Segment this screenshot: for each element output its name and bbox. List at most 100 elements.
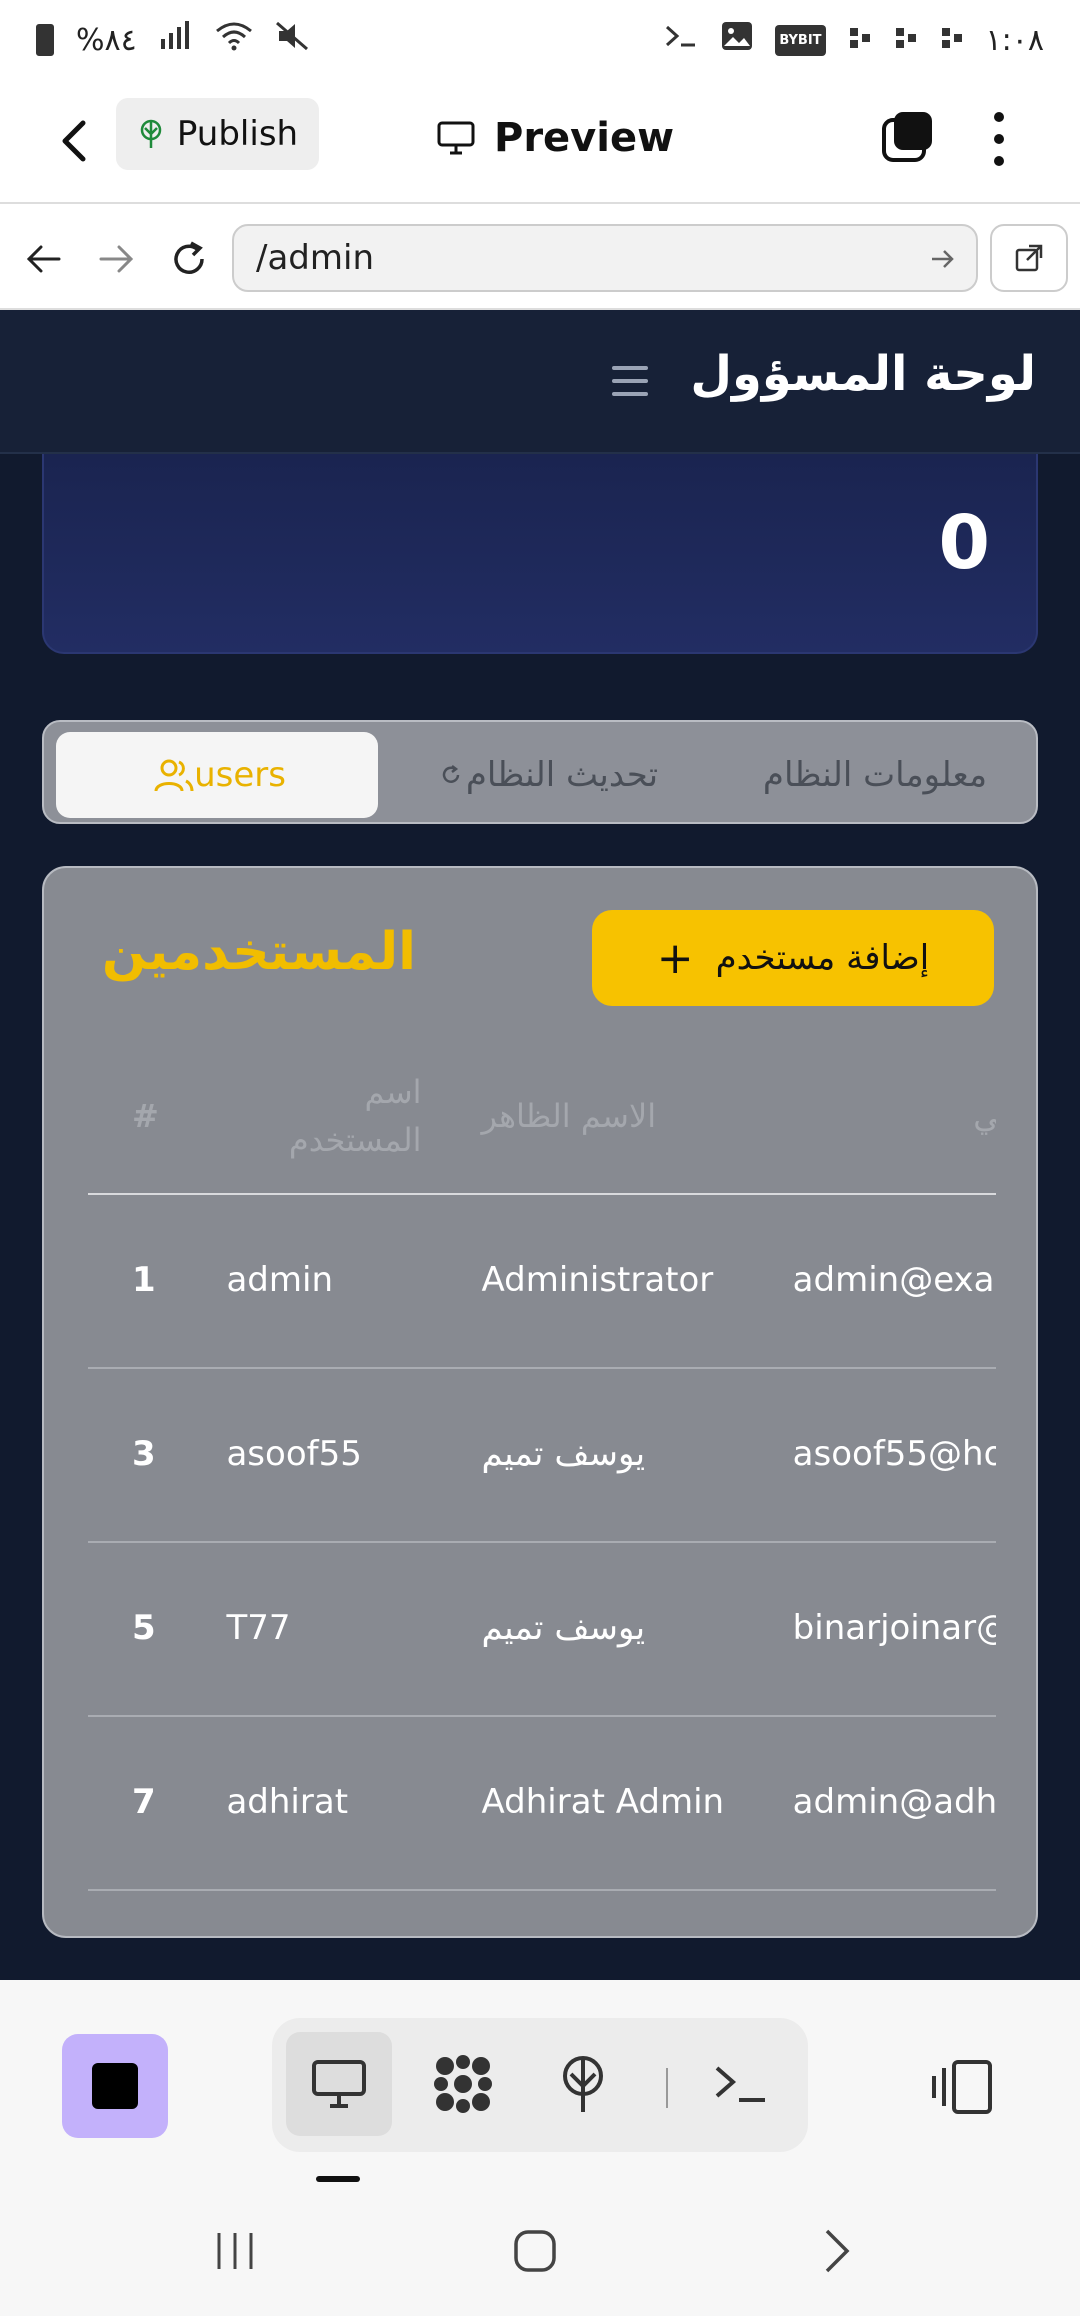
column-header-username: اسم المستخدم (226, 1038, 482, 1195)
image-icon (721, 21, 753, 59)
tab-bar: users تحديث النظام معلومات النظام (42, 720, 1038, 824)
cell-id: 1 (88, 1194, 227, 1369)
cell-email: asoof55@hotmail.com (792, 1368, 996, 1543)
preview-toggle[interactable]: Preview (436, 108, 674, 168)
more-options-icon[interactable] (984, 106, 1014, 172)
cell-username: asoof55 (226, 1368, 482, 1543)
publish-label: Publish (176, 114, 299, 154)
users-table: # اسم المستخدم الاسم الظاهر البريد الإلك… (88, 1038, 996, 1891)
agent-button[interactable] (410, 2032, 516, 2136)
dock-group (272, 2018, 808, 2152)
mute-icon (275, 21, 309, 59)
console-button[interactable] (688, 2032, 794, 2136)
tab-system-update-label: تحديث النظام (465, 755, 659, 795)
clock: ١:٠٨ (985, 22, 1044, 58)
status-left: %٨٤ (36, 21, 309, 59)
table-row[interactable]: 5 T77 يوسف تميم binarjoinar@gmail.com (88, 1542, 996, 1717)
publish-icon (140, 119, 162, 148)
terminal-icon (663, 21, 699, 59)
site-title: لوحة المسؤول (690, 346, 1036, 402)
bybit-icon: BYBIT (775, 24, 826, 56)
back-button[interactable] (48, 110, 100, 172)
browser-back-icon[interactable] (18, 234, 68, 284)
preview-label: Preview (494, 115, 675, 161)
browser-bar: /admin (0, 202, 1080, 310)
status-bar: %٨٤ BYBIT ١:٠٨ (0, 0, 1080, 80)
app-toolbar: Publish Preview (0, 80, 1080, 202)
cell-email: binarjoinar@gmail.com (792, 1542, 996, 1717)
cell-username: adhirat (226, 1716, 482, 1891)
table-row[interactable]: 1 admin Administrator admin@example.com (88, 1194, 996, 1369)
publish-icon (563, 2056, 603, 2112)
stat-value: 0 (938, 500, 991, 586)
wifi-icon (215, 21, 253, 59)
users-panel-title: المستخدمين (101, 922, 416, 982)
go-arrow-icon[interactable] (930, 244, 956, 277)
apps-grid-icon (434, 2055, 492, 2113)
cell-email: admin@adhirat.com (792, 1716, 996, 1891)
monitor-icon (437, 121, 475, 155)
users-icon (154, 759, 194, 792)
browser-forward-icon[interactable] (92, 234, 142, 284)
stop-button[interactable] (62, 2034, 168, 2138)
tab-users[interactable]: users (56, 732, 378, 818)
column-header-id: # (88, 1038, 227, 1195)
cell-display-name: يوسف تميم (481, 1542, 793, 1717)
table-header-row: # اسم المستخدم الاسم الظاهر البريد الإلك… (88, 1038, 996, 1195)
dock-divider (666, 2068, 668, 2108)
panel-toggle-icon[interactable] (932, 2058, 994, 2116)
cell-display-name: يوسف تميم (481, 1368, 793, 1543)
external-link-icon (1015, 244, 1043, 272)
monitor-icon (312, 2060, 366, 2108)
tab-system-info-label: معلومات النظام (762, 755, 988, 795)
users-table-scroll[interactable]: # اسم المستخدم الاسم الظاهر البريد الإلك… (88, 1038, 996, 1918)
dot-icon (848, 23, 872, 58)
url-input[interactable]: /admin (232, 224, 978, 292)
tab-system-info[interactable]: معلومات النظام (720, 732, 1030, 818)
status-right: BYBIT ١:٠٨ (663, 21, 1044, 59)
add-user-label: إضافة مستخدم (715, 938, 930, 978)
column-header-email: البريد الإلكتروني (792, 1038, 996, 1195)
cell-display-name: Administrator (481, 1194, 793, 1369)
terminal-icon (715, 2066, 765, 2102)
cell-email: admin@example.com (792, 1194, 996, 1369)
table-row[interactable]: 7 adhirat Adhirat Admin admin@adhirat.co… (88, 1716, 996, 1891)
cell-username: admin (226, 1194, 482, 1369)
signal-icon (159, 21, 193, 59)
publish-button[interactable]: Publish (116, 98, 319, 170)
column-header-display-name: الاسم الظاهر (481, 1038, 793, 1195)
deploy-button[interactable] (530, 2032, 636, 2136)
table-row[interactable]: 3 asoof55 يوسف تميم asoof55@hotmail.com (88, 1368, 996, 1543)
chevron-left-icon (62, 120, 86, 162)
bottom-dock (0, 1980, 1080, 2190)
cell-id: 3 (88, 1368, 227, 1543)
preview-mode-button[interactable] (286, 2032, 392, 2136)
url-text: /admin (256, 238, 374, 278)
home-icon[interactable] (510, 2226, 560, 2276)
recents-icon[interactable] (210, 2226, 260, 2276)
reload-icon[interactable] (164, 234, 214, 284)
stat-card: 0 (42, 454, 1038, 654)
refresh-icon (442, 765, 460, 783)
active-indicator (316, 2176, 360, 2182)
system-nav-bar (0, 2190, 1080, 2316)
tab-users-label: users (194, 755, 286, 795)
open-external-button[interactable] (990, 224, 1068, 292)
add-user-button[interactable]: إضافة مستخدم + (592, 910, 994, 1006)
dot-icon (894, 23, 918, 58)
battery-percent: %٨٤ (76, 22, 137, 58)
menu-icon[interactable] (612, 366, 648, 396)
cell-username: T77 (226, 1542, 482, 1717)
cell-display-name: Adhirat Admin (481, 1716, 793, 1891)
tab-system-update[interactable]: تحديث النظام (394, 732, 704, 818)
cell-id: 5 (88, 1542, 227, 1717)
tabs-icon[interactable] (880, 110, 936, 166)
site-header: لوحة المسؤول (0, 310, 1080, 454)
web-content: لوحة المسؤول 0 users تحديث النظام معلوما… (0, 310, 1080, 1980)
dot-icon (940, 23, 964, 58)
users-panel: إضافة مستخدم + المستخدمين # اسم المستخدم… (42, 866, 1038, 1938)
plus-icon: + (656, 932, 694, 984)
back-nav-icon[interactable] (816, 2226, 856, 2276)
stop-icon (92, 2063, 138, 2109)
battery-icon (36, 24, 54, 56)
